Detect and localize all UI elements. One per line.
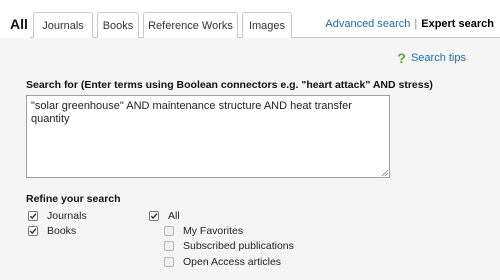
expert-search-link[interactable]: Expert search <box>421 18 494 30</box>
tab-images[interactable]: Images <box>242 12 292 38</box>
search-for-label: Search for (Enter terms using Boolean co… <box>26 79 433 91</box>
tab-books[interactable]: Books <box>97 12 139 38</box>
my-favorites-option: My Favorites <box>164 225 243 237</box>
checkmark-icon <box>150 213 158 220</box>
search-query-input[interactable] <box>26 95 390 178</box>
journals-option: Journals <box>28 210 87 222</box>
advanced-search-link[interactable]: Advanced search <box>325 18 410 30</box>
tab-all[interactable]: All <box>0 8 30 39</box>
search-panel: ? Search tips Search for (Enter terms us… <box>0 38 500 280</box>
scope-all-option: All <box>149 210 180 222</box>
open-access-label: Open Access articles <box>183 256 282 268</box>
subscribed-label: Subscribed publications <box>183 240 294 252</box>
books-option-label: Books <box>47 225 77 237</box>
my-favorites-checkbox[interactable] <box>164 226 174 236</box>
search-tab-bar: All Journals Books Reference Works Image… <box>0 0 500 39</box>
checkmark-icon <box>29 213 37 220</box>
scope-all-checkbox[interactable] <box>149 211 159 221</box>
journals-checkbox[interactable] <box>28 211 38 221</box>
open-access-checkbox[interactable] <box>164 257 174 267</box>
refine-heading: Refine your search <box>26 193 121 205</box>
books-checkbox[interactable] <box>28 226 38 236</box>
scope-all-label: All <box>168 210 180 222</box>
search-tips-link[interactable]: ? Search tips <box>397 50 466 66</box>
search-tips-label: Search tips <box>410 52 466 64</box>
open-access-option: Open Access articles <box>164 256 281 268</box>
my-favorites-label: My Favorites <box>183 225 244 237</box>
books-option: Books <box>28 225 76 237</box>
link-separator: | <box>414 18 418 30</box>
tab-reference-works[interactable]: Reference Works <box>143 12 238 38</box>
checkmark-icon <box>29 228 37 235</box>
journals-option-label: Journals <box>47 210 87 222</box>
subscribed-checkbox[interactable] <box>164 241 174 251</box>
subscribed-option: Subscribed publications <box>164 240 294 252</box>
tab-journals[interactable]: Journals <box>33 12 93 38</box>
question-icon: ? <box>397 50 406 66</box>
search-mode-links: Advanced search | Expert search <box>325 18 494 30</box>
